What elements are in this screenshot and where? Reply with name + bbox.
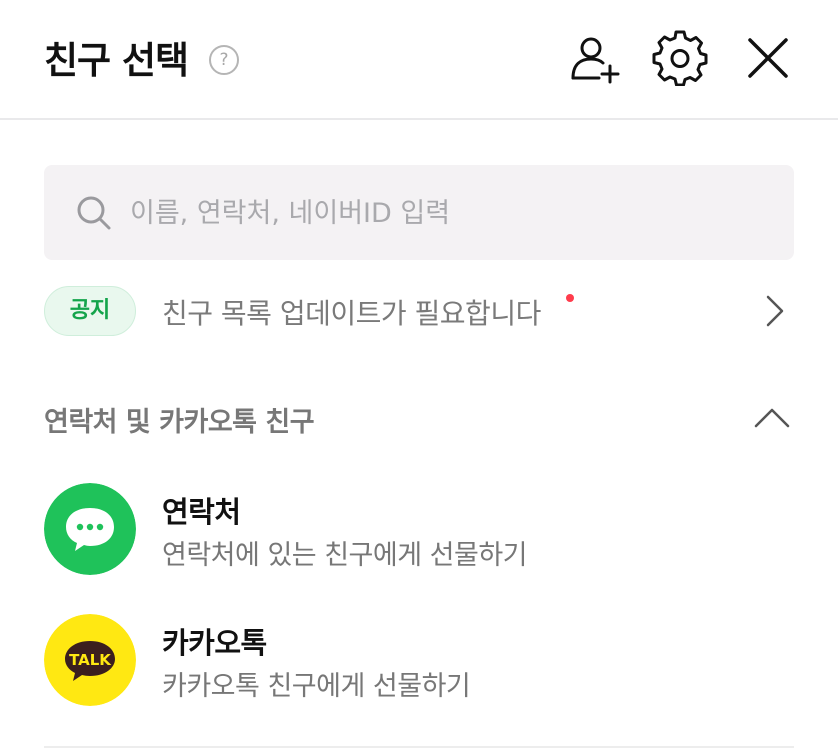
- notice-text: 친구 목록 업데이트가 필요합니다: [162, 297, 541, 330]
- search-icon: [77, 196, 111, 230]
- search-input[interactable]: [130, 187, 770, 239]
- settings-gear-icon: [652, 30, 708, 86]
- notice-row[interactable]: 공지 친구 목록 업데이트가 필요합니다: [44, 282, 794, 342]
- notice-badge: 공지: [44, 286, 136, 336]
- message-bubble-icon: [44, 483, 136, 575]
- help-icon[interactable]: ?: [209, 45, 239, 75]
- list-item-kakaotalk[interactable]: TALK 카카오톡 카카오톡 친구에게 선물하기: [44, 614, 794, 710]
- add-friend-button[interactable]: [565, 30, 621, 86]
- item-description: 카카오톡 친구에게 선물하기: [162, 671, 471, 702]
- kakao-talk-label: TALK: [69, 651, 112, 669]
- chevron-up-icon[interactable]: [752, 402, 792, 432]
- settings-button[interactable]: [652, 30, 708, 86]
- close-button[interactable]: [740, 30, 796, 86]
- divider: [44, 746, 794, 748]
- search-bar[interactable]: [44, 165, 794, 260]
- header: 친구 선택 ?: [0, 0, 838, 120]
- add-friend-icon: [571, 37, 620, 84]
- unread-dot: [566, 294, 574, 302]
- chevron-right-icon: [766, 295, 784, 327]
- close-icon: [748, 38, 788, 78]
- item-description: 연락처에 있는 친구에게 선물하기: [162, 540, 528, 571]
- item-name: 카카오톡: [162, 626, 267, 660]
- kakao-talk-icon: TALK: [44, 614, 136, 706]
- page-title: 친구 선택: [44, 39, 189, 82]
- section-title: 연락처 및 카카오톡 친구: [44, 407, 315, 438]
- list-item-contacts[interactable]: 연락처 연락처에 있는 친구에게 선물하기: [44, 483, 794, 579]
- item-name: 연락처: [162, 495, 241, 529]
